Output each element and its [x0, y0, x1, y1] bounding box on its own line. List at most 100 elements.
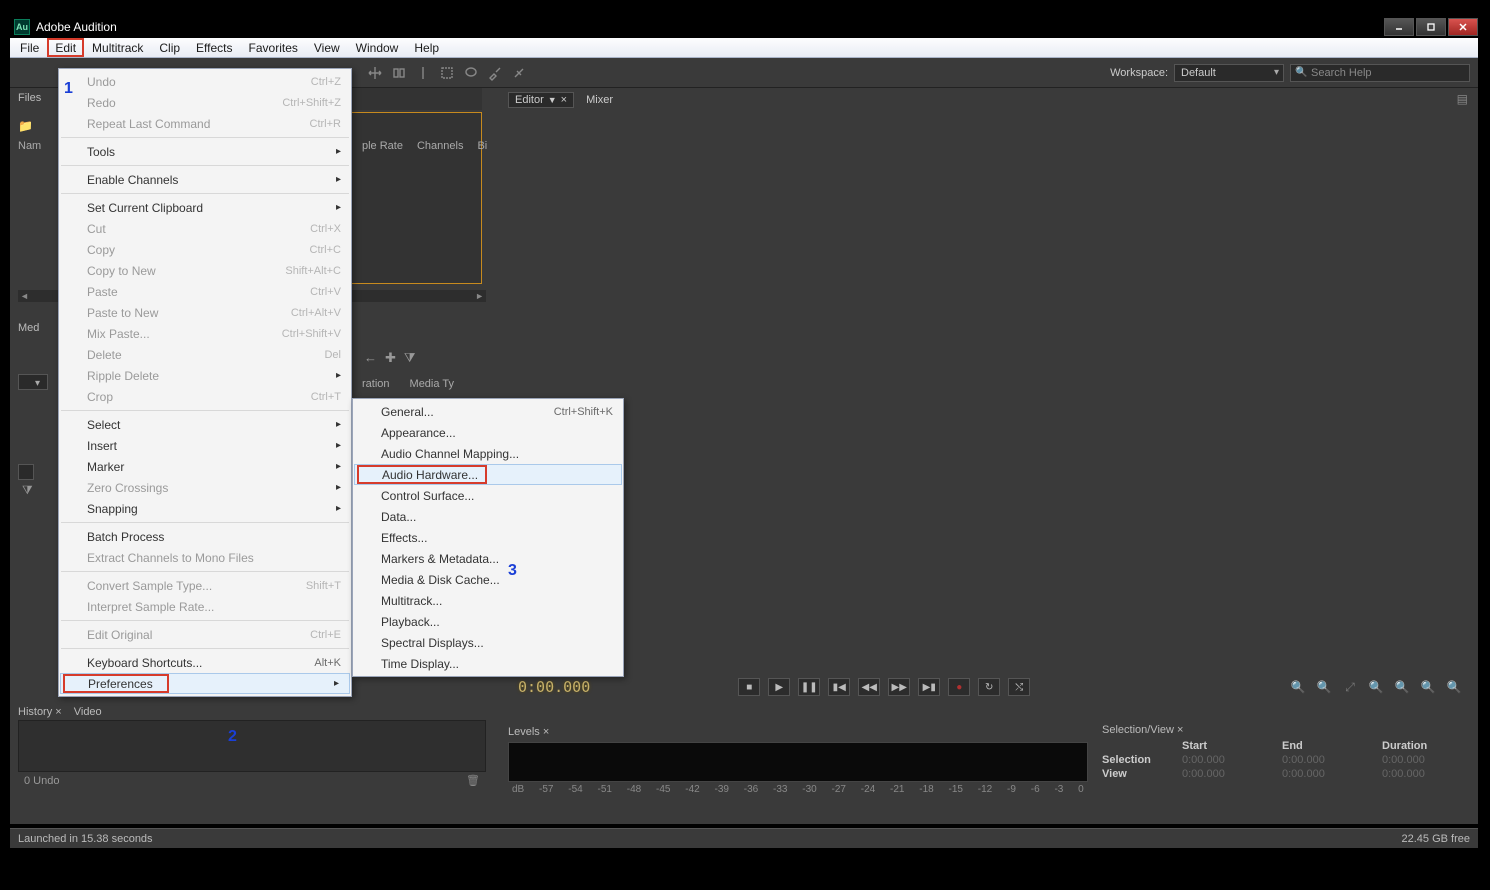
- maximize-button[interactable]: [1416, 18, 1446, 36]
- menu-view[interactable]: View: [306, 38, 348, 57]
- move-tool-icon[interactable]: [364, 62, 386, 84]
- search-help-input[interactable]: Search Help: [1290, 64, 1470, 82]
- pref-menu-markers-metadata[interactable]: Markers & Metadata...: [353, 548, 623, 569]
- record-button[interactable]: ●: [948, 678, 970, 696]
- pref-menu-appearance[interactable]: Appearance...: [353, 422, 623, 443]
- workspace-dropdown[interactable]: Default: [1174, 64, 1284, 82]
- prev-button[interactable]: ▮◀: [828, 678, 850, 696]
- time-select-icon[interactable]: [388, 62, 410, 84]
- selection-view-tab[interactable]: Selection/View ×: [1102, 724, 1183, 736]
- files-col-bit[interactable]: Bi: [477, 140, 487, 152]
- edit-menu-convert-sample-type: Convert Sample Type...Shift+T: [59, 575, 351, 596]
- pref-menu-time-display[interactable]: Time Display...: [353, 653, 623, 674]
- zoom-out-v-icon[interactable]: 🔍: [1392, 678, 1412, 696]
- media-add-icon[interactable]: ✚: [385, 350, 396, 366]
- brush-tool-icon[interactable]: [484, 62, 506, 84]
- zoom-in-v-icon[interactable]: 🔍: [1366, 678, 1386, 696]
- history-tab[interactable]: History ×: [18, 706, 62, 718]
- edit-menu-undo: UndoCtrl+Z: [59, 71, 351, 92]
- edit-menu-set-current-clipboard[interactable]: Set Current Clipboard▸: [59, 197, 351, 218]
- menu-help[interactable]: Help: [406, 38, 447, 57]
- workspace-label: Workspace:: [1110, 67, 1168, 79]
- selview-sel-start[interactable]: 0:00.000: [1182, 754, 1270, 766]
- stop-button[interactable]: ■: [738, 678, 760, 696]
- menu-multitrack[interactable]: Multitrack: [84, 38, 151, 57]
- edit-menu-marker[interactable]: Marker▸: [59, 456, 351, 477]
- media-filter-icon[interactable]: ⧩: [404, 350, 416, 366]
- loop-button[interactable]: ↻: [978, 678, 1000, 696]
- pref-menu-multitrack[interactable]: Multitrack...: [353, 590, 623, 611]
- mixer-tab[interactable]: Mixer: [586, 94, 613, 106]
- selview-sel-end[interactable]: 0:00.000: [1282, 754, 1370, 766]
- menu-favorites[interactable]: Favorites: [241, 38, 306, 57]
- zoom-sel-out-icon[interactable]: 🔍: [1444, 678, 1464, 696]
- files-col-samplerate[interactable]: ple Rate: [362, 140, 403, 152]
- selview-view-start[interactable]: 0:00.000: [1182, 768, 1270, 780]
- edit-menu-preferences[interactable]: Preferences▸: [60, 673, 350, 694]
- pref-menu-spectral-displays[interactable]: Spectral Displays...: [353, 632, 623, 653]
- minimize-button[interactable]: [1384, 18, 1414, 36]
- lasso-tool-icon[interactable]: [460, 62, 482, 84]
- edit-menu-snapping[interactable]: Snapping▸: [59, 498, 351, 519]
- ffwd-button[interactable]: ▶▶: [888, 678, 910, 696]
- cursor-tool-icon[interactable]: [412, 62, 434, 84]
- zoom-sel-in-icon[interactable]: 🔍: [1418, 678, 1438, 696]
- pref-menu-effects[interactable]: Effects...: [353, 527, 623, 548]
- edit-menu-keyboard-shortcuts[interactable]: Keyboard Shortcuts...Alt+K: [59, 652, 351, 673]
- rewind-button[interactable]: ◀◀: [858, 678, 880, 696]
- video-tab[interactable]: Video: [74, 706, 102, 718]
- pref-menu-audio-channel-mapping[interactable]: Audio Channel Mapping...: [353, 443, 623, 464]
- menu-file[interactable]: File: [12, 38, 47, 57]
- pref-menu-general[interactable]: General...Ctrl+Shift+K: [353, 401, 623, 422]
- marquee-tool-icon[interactable]: [436, 62, 458, 84]
- files-panel-tab[interactable]: Files: [18, 92, 41, 104]
- pref-menu-data[interactable]: Data...: [353, 506, 623, 527]
- pause-button[interactable]: ❚❚: [798, 678, 820, 696]
- menu-edit[interactable]: Edit: [47, 38, 84, 57]
- zoom-in-h-icon[interactable]: 🔍: [1288, 678, 1308, 696]
- pref-menu-audio-hardware[interactable]: Audio Hardware...: [354, 464, 622, 485]
- pref-menu-control-surface[interactable]: Control Surface...: [353, 485, 623, 506]
- annotation-1: 1: [64, 80, 73, 98]
- trash-icon[interactable]: 🗑: [466, 774, 480, 787]
- levels-tab[interactable]: Levels ×: [508, 726, 549, 738]
- edit-menu-batch-process[interactable]: Batch Process: [59, 526, 351, 547]
- heal-tool-icon[interactable]: [508, 62, 530, 84]
- files-col-name[interactable]: Nam: [18, 140, 41, 152]
- next-button[interactable]: ▶▮: [918, 678, 940, 696]
- edit-menu-select[interactable]: Select▸: [59, 414, 351, 435]
- media-col-duration[interactable]: ration: [362, 378, 390, 390]
- media-col-mediatype[interactable]: Media Ty: [410, 378, 454, 390]
- media-panel-tab[interactable]: Med: [18, 322, 39, 334]
- media-back-icon[interactable]: ←: [364, 350, 377, 366]
- selview-view-dur[interactable]: 0:00.000: [1382, 768, 1470, 780]
- menu-effects[interactable]: Effects: [188, 38, 240, 57]
- editor-panel-menu-icon[interactable]: ▤: [1457, 92, 1468, 106]
- db-tick: -9: [1007, 784, 1016, 795]
- selview-sel-dur[interactable]: 0:00.000: [1382, 754, 1470, 766]
- edit-menu-enable-channels[interactable]: Enable Channels▸: [59, 169, 351, 190]
- media-toolbar-icons: ← ✚ ⧩: [364, 350, 416, 366]
- skip-button[interactable]: ⤭: [1008, 678, 1030, 696]
- close-button[interactable]: [1448, 18, 1478, 36]
- files-col-channels[interactable]: Channels: [417, 140, 463, 152]
- play-button[interactable]: ▶: [768, 678, 790, 696]
- editor-tab[interactable]: Editor▼×: [508, 92, 574, 108]
- edit-menu-redo: RedoCtrl+Shift+Z: [59, 92, 351, 113]
- zoom-out-h-icon[interactable]: 🔍: [1314, 678, 1334, 696]
- zoom-fit-icon[interactable]: ⤢: [1340, 678, 1360, 696]
- menu-window[interactable]: Window: [348, 38, 407, 57]
- edit-menu-copy-to-new: Copy to NewShift+Alt+C: [59, 260, 351, 281]
- edit-menu-ripple-delete: Ripple Delete▸: [59, 365, 351, 386]
- media-drive-dropdown[interactable]: [18, 374, 48, 390]
- open-file-icon[interactable]: 📁: [18, 116, 46, 136]
- edit-menu-insert[interactable]: Insert▸: [59, 435, 351, 456]
- selview-view-end[interactable]: 0:00.000: [1282, 768, 1370, 780]
- pref-menu-media-disk-cache[interactable]: Media & Disk Cache...: [353, 569, 623, 590]
- menu-clip[interactable]: Clip: [151, 38, 188, 57]
- edit-menu-tools[interactable]: Tools▸: [59, 141, 351, 162]
- media-funnel-icon[interactable]: ⧩: [22, 483, 33, 497]
- pref-menu-playback[interactable]: Playback...: [353, 611, 623, 632]
- media-filter-dd[interactable]: [18, 464, 34, 480]
- db-tick: -24: [861, 784, 875, 795]
